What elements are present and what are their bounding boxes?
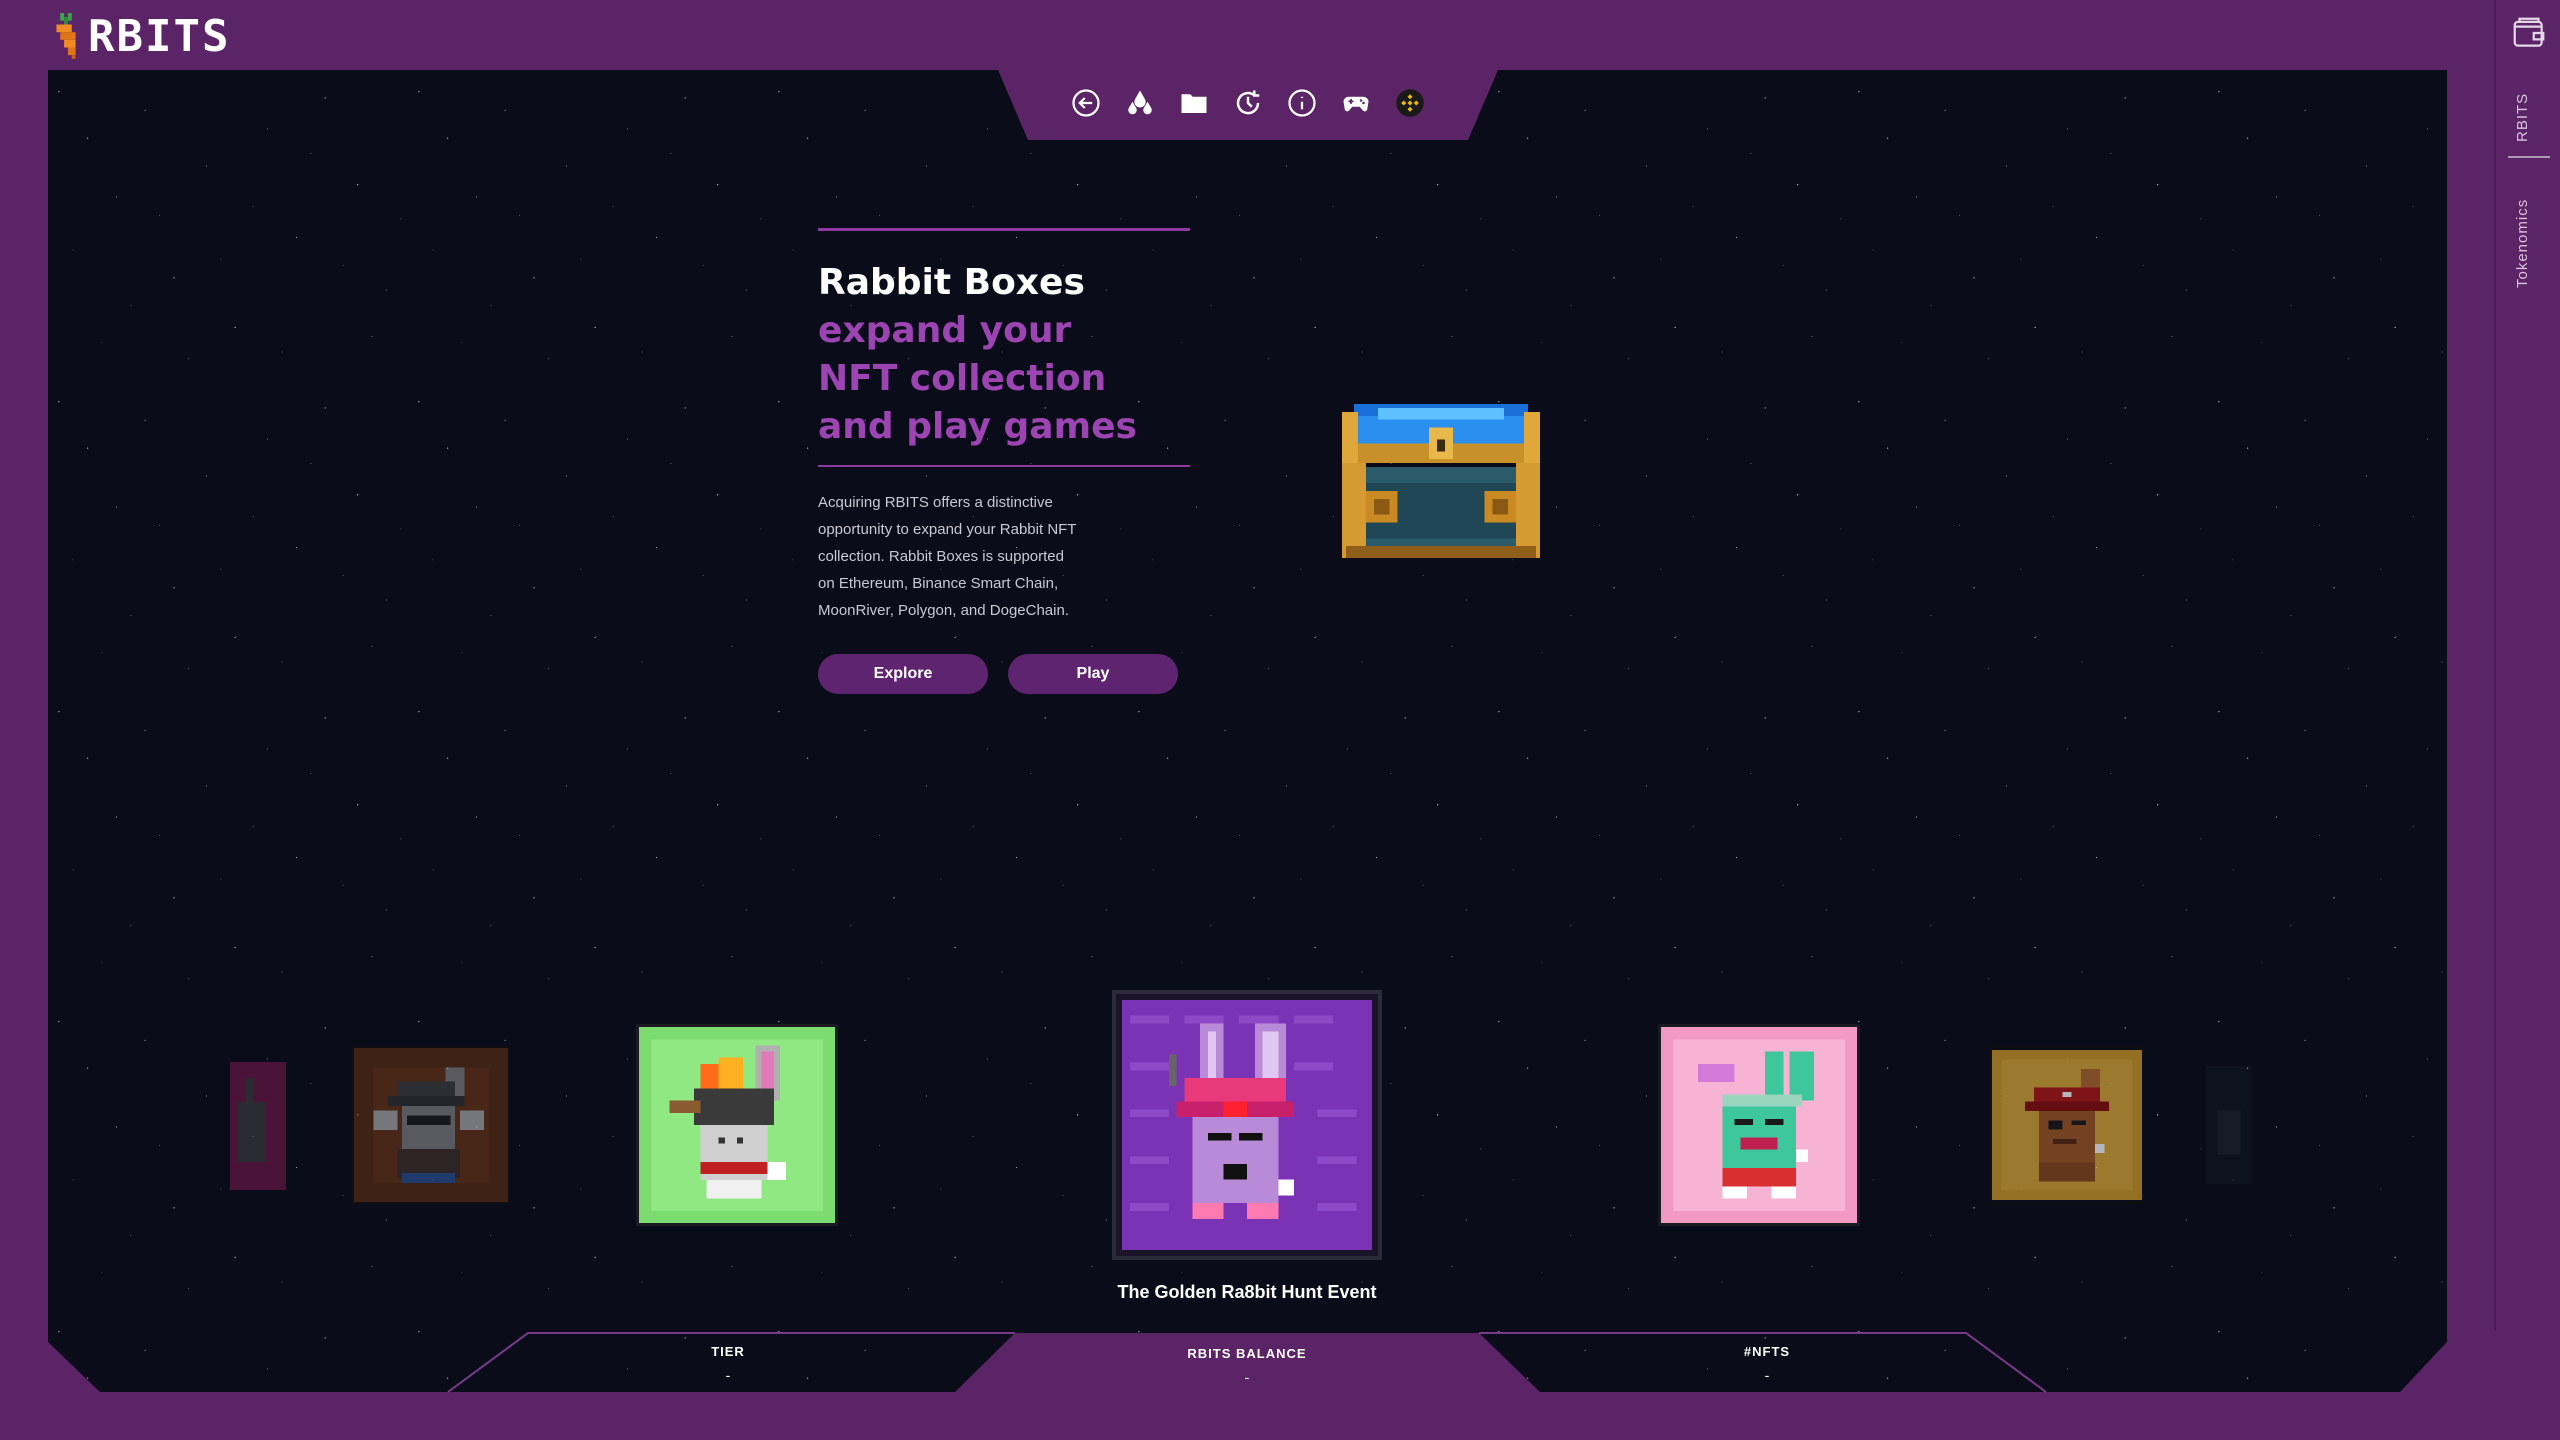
nft-card-robot-helmet-rabbit[interactable]: [636, 1024, 838, 1226]
tier-stat: TIER -: [578, 1344, 878, 1383]
refresh-clock-icon[interactable]: [1232, 87, 1264, 119]
rbits-balance-stat: RBITS BALANCE -: [1097, 1346, 1397, 1385]
nft-card-green-hipster-rabbit[interactable]: [1658, 1024, 1860, 1226]
hero-description: Acquiring RBITS offers a distinctive opp…: [818, 494, 1077, 619]
folder-icon[interactable]: [1178, 87, 1210, 119]
nft-card-pink-helmet-rabbit[interactable]: [1112, 990, 1382, 1260]
nfts-value: -: [1764, 1367, 1770, 1383]
wallet-icon[interactable]: [2510, 14, 2548, 52]
tier-value: -: [725, 1367, 731, 1383]
hero-title: Rabbit Boxes: [818, 262, 1085, 303]
side-panel: RBITS Tokenomics: [2494, 0, 2560, 1440]
nfts-label: #NFTS: [1743, 1344, 1791, 1359]
treasure-chest-image: [1342, 403, 1540, 559]
drops-icon[interactable]: [1124, 87, 1156, 119]
play-button[interactable]: Play: [1008, 654, 1178, 694]
nft-card-pink-rabbit[interactable]: [230, 1062, 286, 1190]
logo[interactable]: RBITS: [48, 8, 230, 64]
info-icon[interactable]: [1286, 87, 1318, 119]
hero-top-divider: [818, 228, 1190, 231]
explore-button[interactable]: Explore: [818, 654, 988, 694]
carousel-caption: The Golden Ra8bit Hunt Event: [1117, 1282, 1377, 1302]
gamepad-icon[interactable]: [1340, 87, 1372, 119]
hero-bottom-divider: [818, 465, 1190, 467]
back-arrow-icon[interactable]: [1070, 87, 1102, 119]
nft-card-pirate-rabbit[interactable]: [1990, 1046, 2144, 1204]
nft-card-dark-rabbit[interactable]: [2206, 1066, 2252, 1184]
rbits-balance-label: RBITS BALANCE: [1187, 1346, 1307, 1361]
top-nav: [998, 70, 1498, 140]
tier-label: TIER: [711, 1344, 745, 1359]
hero-section: Rabbit Boxes expand your NFT collection …: [818, 228, 1190, 694]
logo-text: RBITS: [88, 10, 231, 62]
hero-buttons: Explore Play: [818, 654, 1190, 694]
nfts-stat: #NFTS -: [1617, 1344, 1917, 1383]
side-tab-tokenomics[interactable]: Tokenomics: [2514, 178, 2531, 288]
binance-icon[interactable]: [1394, 87, 1426, 119]
carrot-icon: [56, 13, 76, 59]
side-divider: [2508, 156, 2550, 158]
rbits-balance-value: -: [1244, 1369, 1250, 1385]
side-tab-rbits[interactable]: RBITS: [2514, 82, 2531, 142]
hero-subtitle: expand your NFT collection and play game…: [818, 310, 1137, 447]
nft-card-witch-rabbit[interactable]: [352, 1046, 510, 1204]
